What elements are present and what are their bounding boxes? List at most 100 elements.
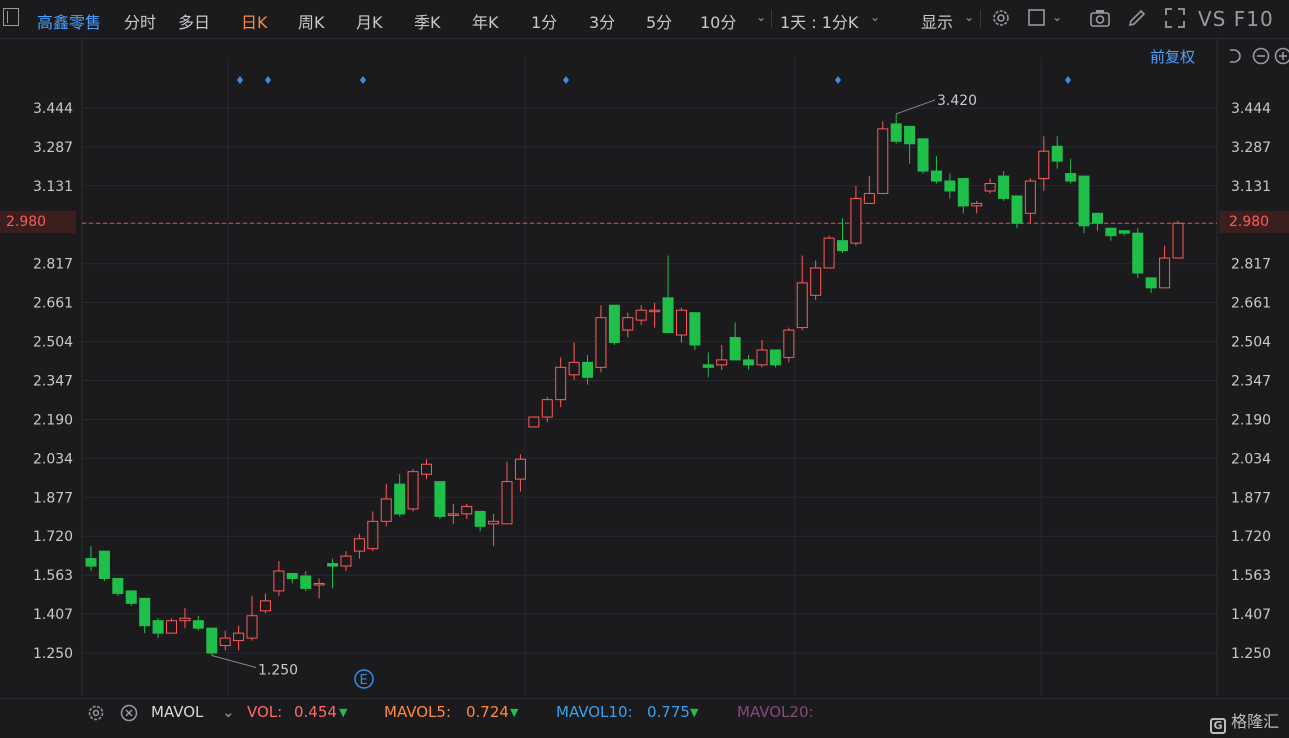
stock-name[interactable]: 高鑫零售 [37, 9, 101, 33]
event-marker-diamond[interactable] [1065, 76, 1071, 84]
camera-screenshot-icon[interactable] [1089, 7, 1111, 29]
candle[interactable] [595, 305, 607, 373]
candle[interactable] [863, 176, 875, 204]
tab-5min[interactable]: 5分 [646, 9, 672, 33]
candle[interactable] [568, 342, 580, 380]
candle[interactable] [1091, 212, 1103, 231]
drawing-pencil-icon[interactable] [1126, 7, 1148, 29]
event-marker-diamond[interactable] [360, 76, 366, 84]
tab-multiday[interactable]: 多日 [178, 9, 210, 33]
candle[interactable] [474, 510, 486, 532]
display-dropdown[interactable]: 显示 [921, 9, 953, 33]
candle[interactable] [1105, 227, 1117, 241]
candle[interactable] [300, 571, 312, 591]
candle[interactable] [904, 125, 916, 164]
candle[interactable] [622, 312, 634, 338]
candlestick-chart[interactable]: 3.444 3.444 3.287 3.287 3.131 3.131 2.817 2.817… [0, 38, 1289, 698]
chart-style-square-icon[interactable] [1026, 7, 1048, 29]
candle[interactable] [501, 461, 513, 525]
indicator-name[interactable]: MAVOL [151, 703, 203, 721]
candle[interactable] [461, 503, 473, 519]
candle[interactable] [420, 459, 432, 480]
candle[interactable] [675, 307, 687, 343]
candle[interactable] [286, 573, 298, 584]
candle[interactable] [219, 630, 231, 651]
candle[interactable] [1078, 175, 1090, 234]
candle[interactable] [716, 344, 728, 370]
candle[interactable] [166, 618, 178, 634]
candle[interactable] [380, 484, 392, 527]
tab-3min[interactable]: 3分 [589, 9, 615, 33]
candle[interactable] [635, 305, 647, 326]
candle[interactable] [984, 178, 996, 194]
candle[interactable] [823, 235, 835, 269]
candle[interactable] [1011, 195, 1023, 229]
candle[interactable] [756, 340, 768, 368]
tab-yearly-k[interactable]: 年K [472, 9, 499, 33]
candle[interactable] [434, 481, 446, 519]
candle[interactable] [112, 577, 124, 596]
vs-compare-button[interactable]: VS F10 [1198, 7, 1274, 31]
tab-weekly-k[interactable]: 周K [298, 9, 325, 33]
candle[interactable] [662, 255, 674, 334]
indicator-close-icon[interactable] [119, 703, 139, 723]
candle[interactable] [810, 260, 822, 301]
candle[interactable] [729, 322, 741, 361]
candle[interactable] [125, 590, 137, 606]
candle[interactable] [541, 397, 553, 422]
candle[interactable] [1132, 228, 1144, 278]
candle[interactable] [273, 561, 285, 596]
candle[interactable] [514, 454, 526, 492]
candle[interactable] [917, 138, 929, 174]
candle[interactable] [890, 113, 902, 144]
tab-intraday[interactable]: 分时 [124, 9, 156, 33]
candle[interactable] [1065, 158, 1077, 184]
candle[interactable] [313, 578, 325, 599]
candle[interactable] [743, 354, 755, 370]
candle[interactable] [555, 357, 567, 408]
tab-10min[interactable]: 10分 [700, 9, 736, 33]
period-chevron-icon[interactable]: ⌄ [870, 10, 880, 24]
candle[interactable] [1038, 136, 1050, 191]
candle[interactable] [971, 200, 983, 214]
candle[interactable] [944, 173, 956, 199]
candle[interactable] [1159, 245, 1171, 289]
candle[interactable] [1051, 136, 1063, 169]
fullscreen-expand-icon[interactable] [1164, 7, 1186, 29]
candle[interactable] [139, 597, 151, 634]
settings-gear-icon[interactable] [990, 7, 1012, 29]
more-periods-chevron-icon[interactable]: ⌄ [756, 10, 766, 24]
candle[interactable] [957, 178, 969, 214]
candle[interactable] [246, 595, 258, 641]
tab-quarterly-k[interactable]: 季K [414, 9, 441, 33]
tab-1min[interactable]: 1分 [531, 9, 557, 33]
event-marker-diamond[interactable] [563, 76, 569, 84]
candle[interactable] [152, 618, 164, 639]
candle[interactable] [259, 593, 271, 614]
indicator-chevron-icon[interactable]: ⌄ [222, 703, 235, 721]
tab-daily-k[interactable]: 日K [241, 9, 268, 33]
candle[interactable] [528, 416, 540, 428]
candle[interactable] [702, 352, 714, 378]
candle[interactable] [1145, 277, 1157, 293]
display-chevron-icon[interactable]: ⌄ [964, 10, 974, 24]
candle[interactable] [998, 171, 1010, 201]
candle[interactable] [1172, 220, 1184, 259]
event-marker-diamond[interactable] [237, 76, 243, 84]
candle[interactable] [930, 156, 942, 184]
candle[interactable] [367, 511, 379, 552]
period-selector[interactable]: 1天 : 1分K [780, 9, 858, 33]
candle[interactable] [179, 608, 191, 629]
chart-style-chevron-icon[interactable]: ⌄ [1052, 10, 1062, 24]
candle[interactable] [1024, 178, 1036, 224]
candle[interactable] [769, 349, 781, 368]
candle[interactable] [783, 327, 795, 363]
candle[interactable] [850, 185, 862, 246]
candle[interactable] [796, 255, 808, 331]
event-marker-diamond[interactable] [265, 76, 271, 84]
candle[interactable] [447, 503, 459, 524]
candle[interactable] [394, 474, 406, 517]
candle[interactable] [85, 546, 97, 572]
candle[interactable] [689, 312, 701, 350]
event-e-badge-icon[interactable]: E [354, 669, 374, 689]
